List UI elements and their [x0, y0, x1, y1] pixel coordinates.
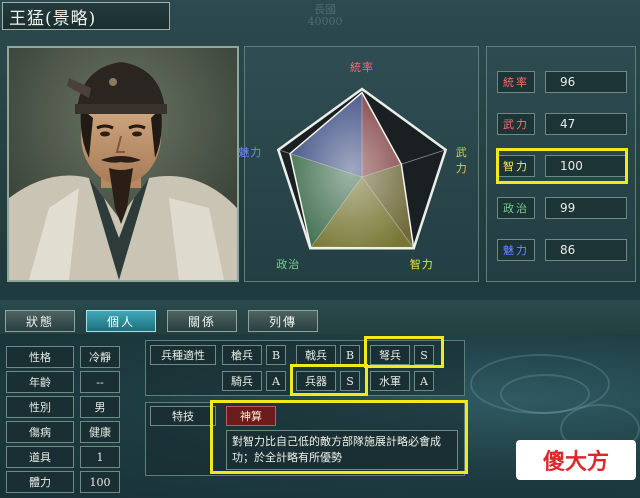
- highlight-intelligence: [496, 148, 628, 184]
- troop-halberd-grade: B: [340, 345, 360, 365]
- watermark-text: 傻大方: [542, 450, 609, 475]
- troop-aptitude-title: 兵種適性: [150, 345, 216, 365]
- troop-navy-grade: A: [414, 371, 434, 391]
- officer-portrait: [7, 46, 239, 282]
- radar-label-politics: 政治: [276, 258, 301, 272]
- stat-label-charisma: 魅力: [497, 239, 535, 261]
- officer-name: 王猛(景略): [9, 8, 97, 29]
- radar-label-leadership: 統率: [350, 61, 374, 74]
- tab-relations[interactable]: 關係: [167, 310, 237, 332]
- attribute-radar-panel: 統率 武力 智力 政治 魅力: [238, 46, 479, 282]
- highlight-siege: [290, 364, 368, 396]
- stat-value-charisma: 86: [545, 239, 627, 261]
- info-label-personality: 性格: [6, 346, 74, 368]
- tab-biography[interactable]: 列傳: [248, 310, 318, 332]
- stat-row-leadership: 統率 96: [497, 71, 627, 93]
- portrait-image: [9, 48, 237, 280]
- troop-navy-name: 水軍: [370, 371, 410, 391]
- info-value-personality: 冷靜: [80, 346, 120, 368]
- stat-value-war: 47: [545, 113, 627, 135]
- troop-cavalry-grade: A: [266, 371, 286, 391]
- troop-cavalry-name: 騎兵: [222, 371, 262, 391]
- stat-row-charisma: 魅力 86: [497, 239, 627, 261]
- highlight-crossbow: [364, 336, 444, 368]
- faction-value: 40000: [307, 15, 343, 28]
- stat-row-politics: 政治 99: [497, 197, 627, 219]
- stat-row-war: 武力 47: [497, 113, 627, 135]
- info-label-stamina: 體力: [6, 471, 74, 493]
- radar-label-war: 武力: [455, 145, 468, 175]
- info-value-stamina: 100: [80, 471, 120, 493]
- info-value-health: 健康: [80, 421, 120, 443]
- troop-spear-grade: B: [266, 345, 286, 365]
- info-value-age: --: [80, 371, 120, 393]
- radar-label-charisma: 魅力: [238, 145, 263, 159]
- stat-label-leadership: 統率: [497, 71, 535, 93]
- officer-name-plate: 王猛(景略): [2, 2, 170, 30]
- tab-personal[interactable]: 個人: [86, 310, 156, 332]
- tab-status[interactable]: 狀態: [5, 310, 75, 332]
- info-value-gender: 男: [80, 396, 120, 418]
- troop-spear-name: 槍兵: [222, 345, 262, 365]
- info-label-gender: 性別: [6, 396, 74, 418]
- stat-label-politics: 政治: [497, 197, 535, 219]
- highlight-skill: [210, 400, 468, 474]
- stat-value-leadership: 96: [545, 71, 627, 93]
- info-label-health: 傷病: [6, 421, 74, 443]
- radar-label-intelligence: 智力: [409, 258, 434, 272]
- troop-halberd-name: 戟兵: [296, 345, 336, 365]
- info-label-items: 道具: [6, 446, 74, 468]
- stat-value-politics: 99: [545, 197, 627, 219]
- watermark-logo: 傻大方: [516, 440, 636, 480]
- info-label-age: 年齡: [6, 371, 74, 393]
- info-value-items: 1: [80, 446, 120, 468]
- skill-title: 特技: [150, 406, 216, 426]
- attribute-radar-chart: [276, 87, 448, 250]
- stat-label-war: 武力: [497, 113, 535, 135]
- faction-info: 長國 40000: [240, 2, 410, 30]
